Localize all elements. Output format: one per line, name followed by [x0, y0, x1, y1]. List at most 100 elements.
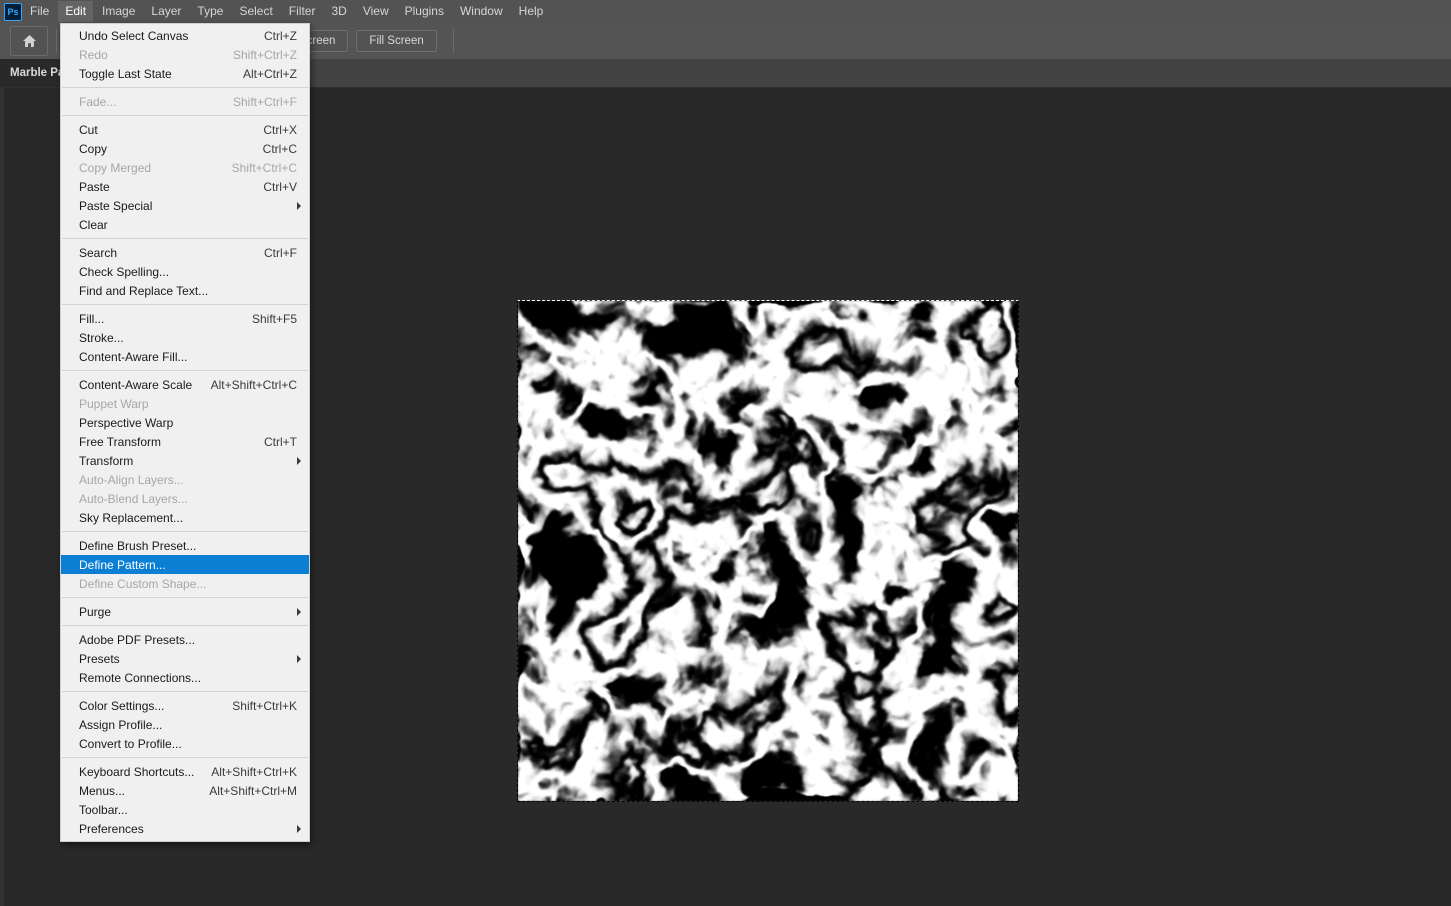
menu-separator [62, 757, 308, 758]
menu-item-label: Puppet Warp [79, 396, 149, 411]
submenu-arrow-icon [297, 654, 301, 663]
menubar-item-edit[interactable]: Edit [58, 1, 94, 22]
menubar-item-type[interactable]: Type [190, 1, 230, 22]
menu-item-content-aware-fill[interactable]: Content-Aware Fill... [61, 347, 309, 366]
menu-item-shortcut: Shift+F5 [251, 311, 297, 326]
tool-column [0, 87, 4, 906]
menu-item-toolbar[interactable]: Toolbar... [61, 800, 309, 819]
menu-item-label: Free Transform [79, 434, 162, 449]
menu-separator [62, 691, 308, 692]
menu-item-transform[interactable]: Transform [61, 451, 309, 470]
menu-item-label: Preferences [79, 821, 144, 836]
options-separator-1 [56, 29, 57, 53]
menu-item-presets[interactable]: Presets [61, 649, 309, 668]
menu-item-define-custom-shape: Define Custom Shape... [61, 574, 309, 593]
submenu-arrow-icon [297, 456, 301, 465]
menu-item-shortcut: Ctrl+C [262, 141, 297, 156]
menu-item-fill[interactable]: Fill... Shift+F5 [61, 309, 309, 328]
menu-item-shortcut: Shift+Ctrl+K [232, 698, 297, 713]
menu-item-fade: Fade... Shift+Ctrl+F [61, 92, 309, 111]
menu-item-preferences[interactable]: Preferences [61, 819, 309, 838]
menu-item-perspective-warp[interactable]: Perspective Warp [61, 413, 309, 432]
menubar-item-filter[interactable]: Filter [282, 1, 323, 22]
menu-item-define-brush-preset[interactable]: Define Brush Preset... [61, 536, 309, 555]
menu-item-check-spelling[interactable]: Check Spelling... [61, 262, 309, 281]
menu-item-convert-to-profile[interactable]: Convert to Profile... [61, 734, 309, 753]
menu-item-shortcut: Ctrl+V [263, 179, 297, 194]
menu-item-shortcut: Alt+Shift+Ctrl+M [209, 783, 297, 798]
menu-item-define-pattern[interactable]: Define Pattern... [61, 555, 309, 574]
menu-item-shortcut: Shift+Ctrl+F [232, 94, 297, 109]
menu-item-label: Toggle Last State [79, 66, 172, 81]
menu-item-label: Paste Special [79, 198, 153, 213]
home-button[interactable] [10, 26, 48, 56]
menu-item-label: Define Pattern... [79, 557, 166, 572]
document-canvas[interactable] [517, 300, 1019, 802]
menu-item-find-and-replace-text[interactable]: Find and Replace Text... [61, 281, 309, 300]
photoshop-logo-icon: Ps [4, 2, 22, 21]
submenu-arrow-icon [297, 824, 301, 833]
menu-separator [62, 597, 308, 598]
menu-item-label: Cut [79, 122, 98, 137]
menubar-item-plugins[interactable]: Plugins [398, 1, 451, 22]
menu-item-remote-connections[interactable]: Remote Connections... [61, 668, 309, 687]
menu-item-content-aware-scale[interactable]: Content-Aware Scale Alt+Shift+Ctrl+C [61, 375, 309, 394]
menu-item-paste[interactable]: Paste Ctrl+V [61, 177, 309, 196]
menu-item-label: Copy [79, 141, 108, 156]
menu-item-clear[interactable]: Clear [61, 215, 309, 234]
submenu-arrow-icon [297, 607, 301, 616]
menubar-item-3d[interactable]: 3D [324, 1, 353, 22]
menu-item-shortcut: Ctrl+T [264, 434, 297, 449]
menubar-item-help[interactable]: Help [512, 1, 551, 22]
menu-separator [62, 370, 308, 371]
menu-separator [62, 531, 308, 532]
menu-item-label: Presets [79, 651, 120, 666]
menu-item-puppet-warp: Puppet Warp [61, 394, 309, 413]
menu-item-cut[interactable]: Cut Ctrl+X [61, 120, 309, 139]
menu-separator [62, 625, 308, 626]
options-separator-2 [452, 29, 454, 53]
menu-item-label: Search [79, 245, 118, 260]
marble-texture-image [518, 301, 1018, 801]
menubar-item-select[interactable]: Select [232, 1, 279, 22]
menu-item-label: Remote Connections... [79, 670, 202, 685]
menu-item-label: Define Brush Preset... [79, 538, 197, 553]
menu-item-label: Stroke... [79, 330, 124, 345]
menu-item-shortcut: Alt+Shift+Ctrl+K [211, 764, 297, 779]
menu-item-menus[interactable]: Menus... Alt+Shift+Ctrl+M [61, 781, 309, 800]
menu-item-label: Content-Aware Scale [79, 377, 193, 392]
home-icon [22, 35, 36, 47]
menu-item-toggle-last-state[interactable]: Toggle Last State Alt+Ctrl+Z [61, 64, 309, 83]
menu-item-undo-select-canvas[interactable]: Undo Select Canvas Ctrl+Z [61, 26, 309, 45]
menubar-item-layer[interactable]: Layer [144, 1, 188, 22]
menu-item-stroke[interactable]: Stroke... [61, 328, 309, 347]
menu-item-label: Copy Merged [79, 160, 152, 175]
menu-item-auto-align-layers: Auto-Align Layers... [61, 470, 309, 489]
menu-item-shortcut: Alt+Ctrl+Z [242, 66, 297, 81]
menu-item-purge[interactable]: Purge [61, 602, 309, 621]
menu-item-redo: Redo Shift+Ctrl+Z [61, 45, 309, 64]
edit-dropdown-menu[interactable]: Undo Select Canvas Ctrl+Z Redo Shift+Ctr… [60, 23, 310, 842]
menu-item-paste-special[interactable]: Paste Special [61, 196, 309, 215]
menu-separator [62, 115, 308, 116]
menubar-item-view[interactable]: View [356, 1, 396, 22]
menu-item-label: Sky Replacement... [79, 510, 184, 525]
menu-item-color-settings[interactable]: Color Settings... Shift+Ctrl+K [61, 696, 309, 715]
menubar-item-window[interactable]: Window [453, 1, 510, 22]
menu-item-free-transform[interactable]: Free Transform Ctrl+T [61, 432, 309, 451]
menu-item-label: Toolbar... [79, 802, 128, 817]
menu-item-keyboard-shortcuts[interactable]: Keyboard Shortcuts... Alt+Shift+Ctrl+K [61, 762, 309, 781]
menubar-item-image[interactable]: Image [95, 1, 142, 22]
fill-screen-button[interactable]: Fill Screen [356, 30, 437, 52]
menu-item-sky-replacement[interactable]: Sky Replacement... [61, 508, 309, 527]
menu-item-label: Keyboard Shortcuts... [79, 764, 195, 779]
menu-item-copy-merged: Copy Merged Shift+Ctrl+C [61, 158, 309, 177]
menu-item-assign-profile[interactable]: Assign Profile... [61, 715, 309, 734]
menubar-item-file[interactable]: File [23, 1, 56, 22]
menu-separator [62, 87, 308, 88]
menu-item-adobe-pdf-presets[interactable]: Adobe PDF Presets... [61, 630, 309, 649]
photoshop-window: Ps File Edit Image Layer Type Select Fil… [0, 0, 1451, 906]
menu-item-search[interactable]: Search Ctrl+F [61, 243, 309, 262]
menu-item-copy[interactable]: Copy Ctrl+C [61, 139, 309, 158]
menu-separator [62, 238, 308, 239]
